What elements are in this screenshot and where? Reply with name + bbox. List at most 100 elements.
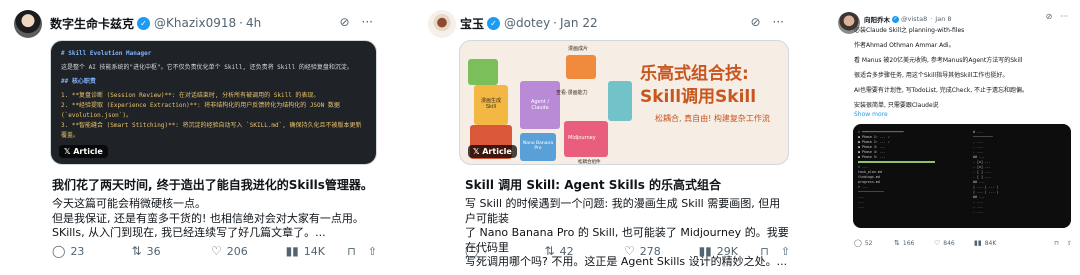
author-handle[interactable]: @Khazix0918 xyxy=(154,16,236,30)
article-tag: 𝕏 Article xyxy=(59,145,108,158)
cover-title-line: 乐高式组合技: xyxy=(640,64,749,84)
share-icon[interactable]: ⇧ xyxy=(781,245,790,258)
article-tag-label: Article xyxy=(73,147,103,156)
like-icon: ♡ xyxy=(211,244,222,258)
more-icon[interactable]: ··· xyxy=(773,15,784,29)
tweet-header: 宝玉 ✓ @dotey · Jan 22 ⊘ ··· xyxy=(426,0,788,40)
post-time[interactable]: 4h xyxy=(246,16,261,30)
author-line: 数字生命卡兹克 ✓ @Khazix0918 · 4h xyxy=(50,14,377,32)
action-bar: ◯ 23 ⇅ 36 ♡ 206 ▮▮ 14K ⊓ ⇧ xyxy=(52,244,377,258)
repost-icon: ⇅ xyxy=(131,244,142,258)
body-line: AI也需要有计划性, 写TodoList, 完成Check, 不止于遗忘和跑偏。 xyxy=(854,87,1029,94)
body-line: 很适合多步骤任务, 用这个Skill指导其他Skill工作也挺好。 xyxy=(854,72,1009,79)
tweet-body: 今天这篇可能会稍微硬核一点。 但是我保证, 还是有蛮多干货的! 也相信绝对会对大… xyxy=(52,197,377,241)
author-name[interactable]: 向阳乔木 xyxy=(864,14,890,24)
like-count: 278 xyxy=(639,244,661,258)
share-icon[interactable]: ⇧ xyxy=(368,245,377,258)
grok-icon[interactable]: ⊘ xyxy=(339,15,349,29)
tweet-body: 必装Claude Skill之 planning-with-files 作者Ah… xyxy=(854,26,1054,119)
x-logo-icon: 𝕏 xyxy=(64,147,74,156)
tweet-card[interactable]: 宝玉 ✓ @dotey · Jan 22 ⊘ ··· 漫画生成 Skill Ag… xyxy=(426,0,790,268)
bookmark-icon[interactable]: ⊓ xyxy=(1054,240,1059,247)
article-preview[interactable]: # Skill Evolution Manager 这是整个 AI 技能系统的"… xyxy=(50,40,377,165)
author-name[interactable]: 数字生命卡兹克 xyxy=(50,15,134,32)
bookmark-icon[interactable]: ⊓ xyxy=(347,245,356,258)
preview-line: # Skill Evolution Manager xyxy=(61,50,152,57)
preview-line: 这是整个 AI 技能系统的"进化中枢"。它不仅负责优化单个 Skill, 还负责… xyxy=(61,64,353,71)
body-line: 今天这篇可能会稍微硬核一点。 xyxy=(52,197,206,210)
preview-line: 2. **经验提取 (Experience Extraction)**: 将非结… xyxy=(61,102,340,119)
body-line: 安装很简单, 只需要跟Claude说 xyxy=(854,102,939,109)
views-icon: ▮▮ xyxy=(698,244,712,258)
share-icon[interactable]: ⇧ xyxy=(1067,240,1072,247)
like-button[interactable]: ♡ 846 xyxy=(934,239,974,247)
grok-icon[interactable]: ⊘ xyxy=(1046,12,1053,21)
illustration-label: 漫画成片 xyxy=(568,46,589,52)
cover-title-line: Skill调用Skill xyxy=(640,87,757,107)
reply-button[interactable]: ◯ xyxy=(465,244,545,258)
tweet-header: 数字生命卡兹克 ✓ @Khazix0918 · 4h ⊘ ··· xyxy=(12,0,377,40)
illustration-label: 漫画生成 Skill xyxy=(480,98,501,110)
body-line: 必装Claude Skill之 planning-with-files xyxy=(854,27,965,34)
verified-badge-icon: ✓ xyxy=(487,16,501,30)
preview-line: ## 核心职责 xyxy=(61,78,96,85)
reply-count: 52 xyxy=(864,239,873,247)
reply-icon: ◯ xyxy=(52,244,66,258)
terminal-screenshot[interactable]: > ━━━━━━━━━━━━━━━━━━━━━ ● Phase 1: ... ✓… xyxy=(853,124,1071,228)
separator-dot: · xyxy=(239,16,243,30)
repost-button[interactable]: ⇅ 166 xyxy=(894,239,934,247)
show-more-link[interactable]: Show more xyxy=(854,110,1054,119)
reply-icon: ◯ xyxy=(854,239,862,247)
like-count: 846 xyxy=(943,239,955,247)
post-time[interactable]: Jan 8 xyxy=(935,15,951,23)
preview-line: 1. **复盘诊断 (Session Review)**: 在对话结束时, 分析… xyxy=(61,92,320,99)
article-tag: 𝕏 Article xyxy=(468,145,517,158)
view-count: 14K xyxy=(303,244,326,258)
illustration-label: Nano Banana Pro xyxy=(522,141,554,151)
avatar[interactable] xyxy=(14,10,42,38)
bookmark-icon[interactable]: ⊓ xyxy=(760,245,769,258)
body-line: 看 Manus 被20亿美元收购, 参考Manus的Agent方法写的Skill xyxy=(854,57,1023,64)
post-time[interactable]: Jan 22 xyxy=(560,16,598,30)
x-logo-icon: 𝕏 xyxy=(473,147,483,156)
repost-button[interactable]: ⇅ 36 xyxy=(132,244,212,258)
grok-icon[interactable]: ⊘ xyxy=(750,15,760,29)
illustration-label: 松耦合组件 xyxy=(578,160,601,165)
article-title[interactable]: Skill 调用 Skill: Agent Skills 的乐高式组合 xyxy=(465,177,790,193)
tweet-card[interactable]: 数字生命卡兹克 ✓ @Khazix0918 · 4h ⊘ ··· # Skill… xyxy=(12,0,377,258)
body-line: SKills, 从入门到现在, 我已经连续写了好几篇文章了。... xyxy=(52,226,326,239)
illustration-label: Midjourney xyxy=(568,135,596,141)
views-button[interactable]: ▮▮ 14K xyxy=(286,244,348,258)
tweet-card[interactable]: 向阳乔木 ✓ @vista8 · Jan 8 ⊘ ··· 必装Claude Sk… xyxy=(836,0,1072,247)
avatar[interactable] xyxy=(428,10,456,38)
repost-count: 166 xyxy=(902,239,915,247)
author-handle[interactable]: @dotey xyxy=(504,16,550,30)
article-title[interactable]: 我们花了两天时间, 终于造出了能自我进化的Skills管理器。 xyxy=(52,177,377,193)
repost-icon: ⇅ xyxy=(544,244,555,258)
verified-badge-icon: ✓ xyxy=(892,15,899,23)
author-handle[interactable]: @vista8 xyxy=(901,15,927,23)
like-button[interactable]: ♡ 278 xyxy=(624,244,699,258)
views-icon: ▮▮ xyxy=(974,239,982,247)
preview-line: 3. **智能缝合 (Smart Stitching)**: 将沉淀的经验自动写… xyxy=(61,122,362,139)
reply-icon: ◯ xyxy=(465,244,479,258)
reply-button[interactable]: ◯ 23 xyxy=(52,244,132,258)
body-line: 写 Skill 的时候遇到一个问题: 我的漫画生成 Skill 需要画图, 但用… xyxy=(465,197,781,225)
author-line: 宝玉 ✓ @dotey · Jan 22 xyxy=(460,14,788,32)
author-name[interactable]: 宝玉 xyxy=(460,15,484,32)
header-actions: ⊘ ··· xyxy=(339,15,373,29)
views-button[interactable]: ▮▮ 29K xyxy=(699,244,761,258)
more-icon[interactable]: ··· xyxy=(362,15,373,29)
like-button[interactable]: ♡ 206 xyxy=(211,244,286,258)
article-tag-label: Article xyxy=(482,147,512,156)
views-button[interactable]: ▮▮ 84K xyxy=(974,239,1014,247)
action-bar: ◯ 52 ⇅ 166 ♡ 846 ▮▮ 84K ⊓ ⇧ xyxy=(854,239,1072,247)
body-line: 作者Ahmad Othman Ammar Adi。 xyxy=(854,42,955,49)
article-preview[interactable]: 漫画生成 Skill Agent / Claude 查看·漫画能力 Nano B… xyxy=(459,40,789,165)
article-cover-title: 乐高式组合技: Skill调用Skill xyxy=(640,63,756,109)
terminal-left-pane: > ━━━━━━━━━━━━━━━━━━━━━ ● Phase 1: ... ✓… xyxy=(858,130,968,210)
repost-count: 36 xyxy=(146,244,161,258)
reply-button[interactable]: ◯ 52 xyxy=(854,239,894,247)
more-icon[interactable]: ··· xyxy=(1060,12,1068,21)
repost-button[interactable]: ⇅ 42 xyxy=(545,244,625,258)
